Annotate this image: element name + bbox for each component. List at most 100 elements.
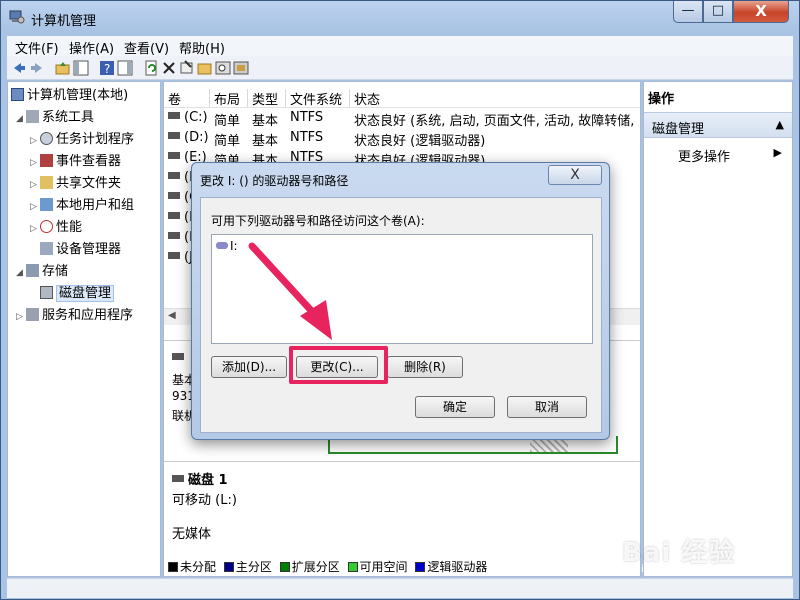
actions-title: 操作	[648, 92, 675, 107]
add-button[interactable]: 添加(D)...	[211, 356, 287, 378]
tools-icon	[26, 110, 39, 123]
tree-item-task-scheduler[interactable]: ▷ 任务计划程序	[30, 130, 134, 150]
maximize-button[interactable]: □	[703, 1, 733, 23]
menu-view[interactable]: 查看(V)	[124, 38, 169, 57]
dialog-title: 更改 I: () 的驱动器号和路径	[200, 174, 349, 188]
title-bar[interactable]: 计算机管理 — □ X	[1, 1, 799, 35]
clock-icon	[40, 132, 53, 145]
disk1-type: 可移动 (L:)	[172, 493, 237, 508]
column-layout[interactable]: 布局	[210, 89, 248, 108]
computer-icon	[11, 88, 24, 101]
column-status[interactable]: 状态	[350, 89, 640, 108]
expand-triangle-icon[interactable]: ▷	[30, 175, 40, 195]
minimize-button[interactable]: —	[673, 1, 703, 23]
cancel-button[interactable]: 取消	[507, 396, 587, 418]
event-log-icon	[40, 154, 53, 167]
disk-tool-icon[interactable]	[233, 60, 249, 76]
disk1-label[interactable]: 磁盘 1	[172, 469, 228, 488]
tree-item-shared-folders[interactable]: ▷ 共享文件夹	[30, 174, 121, 194]
refresh-icon[interactable]	[143, 60, 159, 76]
watermark-url: jingyan.baidu.com	[638, 562, 740, 575]
tree-item-disk-management[interactable]: 磁盘管理	[30, 284, 115, 304]
collapse-triangle-icon[interactable]: ◢	[16, 263, 26, 283]
tree-item-services[interactable]: ▷ 服务和应用程序	[16, 306, 133, 326]
services-icon	[26, 308, 39, 321]
remove-button[interactable]: 删除(R)	[387, 356, 463, 378]
pointer-arrow-annotation	[248, 242, 332, 340]
action-pane-icon[interactable]	[117, 60, 133, 76]
column-filesystem[interactable]: 文件系统	[286, 89, 350, 108]
menu-file[interactable]: 文件(F)	[15, 38, 59, 57]
more-actions-link[interactable]: 更多操作	[678, 146, 730, 165]
volume-list-header: 卷 布局 类型 文件系统 状态	[164, 86, 640, 108]
tree-item-local-users[interactable]: ▷ 本地用户和组	[30, 196, 134, 216]
tree-item-storage[interactable]: ◢ 存储	[16, 262, 68, 282]
menu-help[interactable]: 帮助(H)	[179, 38, 225, 57]
volume-icon	[168, 152, 180, 159]
legend-swatch	[168, 562, 178, 572]
list-item[interactable]: I:	[216, 239, 238, 253]
menu-action[interactable]: 操作(A)	[69, 38, 114, 57]
console-tree-icon[interactable]	[73, 60, 89, 76]
partition-legend: 未分配 主分区 扩展分区 可用空间 逻辑驱动器	[164, 558, 640, 576]
expand-triangle-icon[interactable]: ▷	[30, 131, 40, 151]
volume-icon	[168, 172, 180, 179]
scroll-left-icon[interactable]: ◀	[168, 310, 176, 321]
tree-item-device-manager[interactable]: 设备管理器	[30, 240, 121, 260]
column-type[interactable]: 类型	[248, 89, 286, 108]
table-row[interactable]: (D:) 简单 基本 NTFS 状态良好 (逻辑驱动器)	[164, 128, 640, 149]
actions-pane: 操作 磁盘管理 ▲ 更多操作 ▶	[643, 81, 793, 577]
volume-icon	[168, 212, 180, 219]
volume-icon	[168, 112, 180, 119]
disk-icon	[172, 475, 184, 482]
tree-item-performance[interactable]: ▷ 性能	[30, 218, 82, 238]
close-button[interactable]: X	[733, 1, 789, 23]
search-icon[interactable]	[215, 60, 231, 76]
dialog-close-button[interactable]: X	[548, 165, 602, 185]
device-manager-icon	[40, 242, 53, 255]
actions-section-disk-management[interactable]: 磁盘管理 ▲	[644, 112, 792, 138]
svg-text:?: ?	[104, 62, 110, 76]
disk0-icon	[172, 351, 188, 366]
open-folder-icon[interactable]	[197, 60, 213, 76]
volume-icon	[168, 192, 180, 199]
status-bar	[7, 578, 793, 598]
expand-triangle-icon[interactable]: ▷	[16, 307, 26, 327]
storage-icon	[26, 264, 39, 277]
disk1-media: 无媒体	[172, 527, 212, 542]
volume-icon	[168, 132, 180, 139]
disk-management-icon	[40, 286, 53, 299]
properties-icon[interactable]	[179, 60, 195, 76]
submenu-arrow-icon[interactable]: ▶	[774, 146, 782, 159]
legend-swatch	[415, 562, 426, 572]
console-tree: 计算机管理(本地) ◢ 系统工具 ▷ 任务计划程序 ▷ 事件查看器 ▷ 共享文件夹 ▷ 本…	[7, 81, 161, 577]
column-volume[interactable]: 卷	[164, 89, 210, 108]
tree-item-event-viewer[interactable]: ▷ 事件查看器	[30, 152, 121, 172]
shared-folder-icon	[40, 176, 53, 189]
expand-triangle-icon[interactable]: ▷	[30, 153, 40, 173]
volume-icon	[168, 252, 180, 259]
legend-swatch	[347, 562, 358, 572]
forward-arrow-icon[interactable]	[29, 60, 45, 76]
ok-button[interactable]: 确定	[415, 396, 495, 418]
up-folder-icon[interactable]	[55, 60, 71, 76]
window-title: 计算机管理	[31, 14, 97, 29]
collapse-up-icon[interactable]: ▲	[776, 118, 784, 131]
delete-icon[interactable]	[161, 60, 177, 76]
performance-icon	[40, 220, 53, 233]
menu-bar: 文件(F) 操作(A) 查看(V) 帮助(H)	[7, 36, 793, 57]
table-row[interactable]: (C:) 简单 基本 NTFS 状态良好 (系统, 启动, 页面文件, 活动, …	[164, 108, 640, 129]
tree-item-system-tools[interactable]: ◢ 系统工具	[16, 108, 94, 128]
help-icon[interactable]: ?	[99, 60, 115, 76]
toolbar: ?	[7, 56, 793, 80]
tree-item-root[interactable]: 计算机管理(本地)	[11, 86, 128, 106]
expand-triangle-icon[interactable]: ▷	[30, 219, 40, 239]
volume-icon	[168, 232, 180, 239]
collapse-triangle-icon[interactable]: ◢	[16, 109, 26, 129]
expand-triangle-icon[interactable]: ▷	[30, 197, 40, 217]
legend-swatch	[279, 562, 290, 572]
change-button-highlight	[289, 346, 388, 384]
back-arrow-icon[interactable]	[11, 60, 27, 76]
baidu-watermark: Bai 经验 jingyan.baidu.com	[612, 518, 792, 578]
volume-icon	[216, 242, 228, 249]
